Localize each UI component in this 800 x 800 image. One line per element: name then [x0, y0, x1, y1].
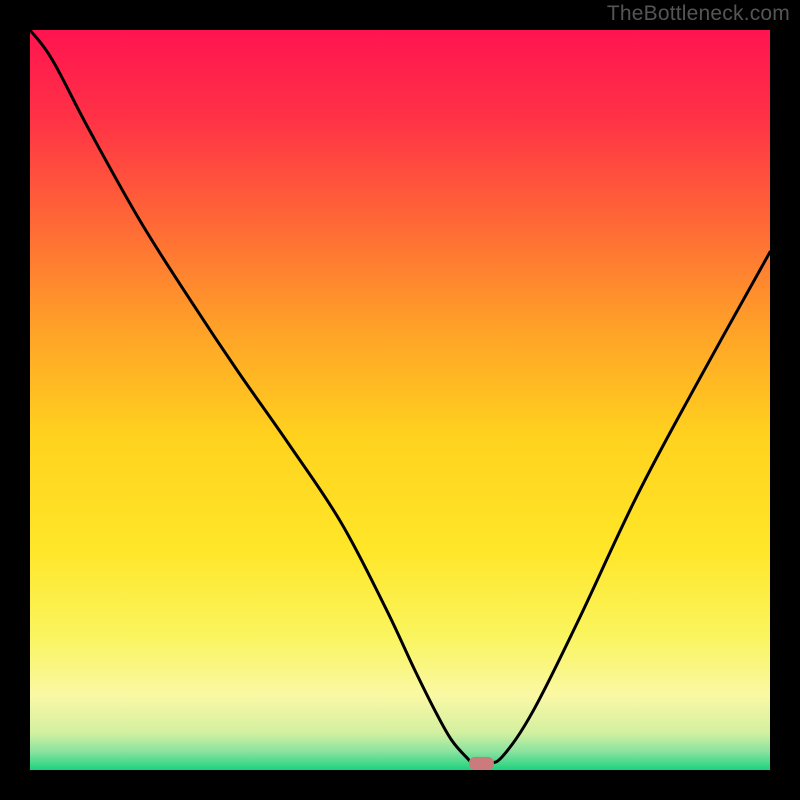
plot-background — [30, 30, 770, 770]
chart-container: TheBottleneck.com — [0, 0, 800, 800]
optimum-marker — [469, 757, 494, 770]
bottleneck-chart — [0, 0, 800, 800]
